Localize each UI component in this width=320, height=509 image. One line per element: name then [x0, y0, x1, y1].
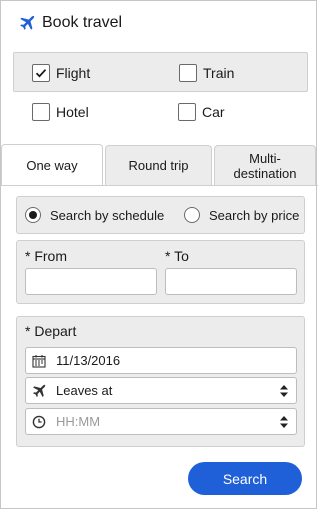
airplane-icon — [20, 15, 35, 30]
depart-date-input[interactable]: 11/13/2016 — [25, 347, 297, 374]
car-checkbox-option[interactable]: Car — [178, 103, 225, 121]
tab-divider — [1, 185, 318, 186]
train-label: Train — [203, 65, 235, 81]
search-by-price-radio[interactable] — [184, 207, 200, 223]
flight-checkbox-option[interactable]: Flight — [32, 64, 90, 82]
hotel-label: Hotel — [56, 104, 89, 120]
search-button-label: Search — [222, 470, 268, 487]
route-panel: * From * To — [16, 240, 305, 304]
time-placeholder: HH:MM — [56, 414, 101, 429]
airplane-icon — [33, 384, 46, 397]
hotel-checkbox[interactable] — [32, 103, 50, 121]
clock-icon — [32, 415, 46, 428]
header: Book travel — [19, 13, 122, 33]
tab-multi-destination-label: Multi-destination — [233, 150, 297, 181]
depart-panel: * Depart 11/13/2016 Leaves at HH:MM — [16, 316, 305, 447]
leaves-at-select[interactable]: Leaves at — [25, 377, 297, 404]
car-checkbox[interactable] — [178, 103, 196, 121]
search-by-price-label: Search by price — [209, 207, 300, 223]
booking-panel: Book travel Flight Train Hotel Car One w… — [0, 0, 318, 509]
calendar-icon — [32, 354, 46, 368]
select-arrows-icon — [280, 384, 288, 397]
flight-label: Flight — [56, 65, 91, 81]
tab-round-trip[interactable]: Round trip — [105, 145, 212, 185]
search-mode-panel: Search by schedule Search by price — [16, 196, 305, 234]
from-input[interactable] — [25, 268, 157, 295]
search-by-schedule-radio[interactable] — [25, 207, 41, 223]
train-checkbox-option[interactable]: Train — [179, 64, 234, 82]
tab-one-way-label: One way — [26, 158, 78, 173]
search-by-schedule-label: Search by schedule — [50, 207, 165, 223]
travel-type-row: Hotel Car — [13, 92, 308, 132]
to-label: * To — [165, 248, 189, 264]
car-label: Car — [202, 104, 225, 120]
to-input[interactable] — [165, 268, 297, 295]
search-by-price-option[interactable]: Search by price — [184, 207, 299, 223]
depart-label: * Depart — [25, 323, 77, 339]
depart-date-value: 11/13/2016 — [56, 353, 121, 368]
tab-multi-destination[interactable]: Multi-destination — [214, 145, 316, 185]
select-arrows-icon — [280, 415, 288, 428]
travel-type-row-selected: Flight Train — [13, 52, 308, 92]
search-button[interactable]: Search — [188, 462, 302, 495]
tab-one-way[interactable]: One way — [1, 144, 103, 186]
hotel-checkbox-option[interactable]: Hotel — [32, 103, 89, 121]
page-title: Book travel — [42, 14, 123, 31]
train-checkbox[interactable] — [179, 64, 197, 82]
search-by-schedule-option[interactable]: Search by schedule — [25, 207, 164, 223]
travel-type-group: Flight Train Hotel Car — [13, 52, 308, 132]
trip-type-tabs: One way Round trip Multi-destination — [1, 144, 318, 186]
time-select[interactable]: HH:MM — [25, 408, 297, 435]
from-label: * From — [25, 248, 67, 264]
tab-round-trip-label: Round trip — [128, 158, 189, 173]
flight-checkbox[interactable] — [32, 64, 50, 82]
checkmark-icon — [35, 69, 47, 78]
leaves-at-value: Leaves at — [56, 383, 113, 398]
